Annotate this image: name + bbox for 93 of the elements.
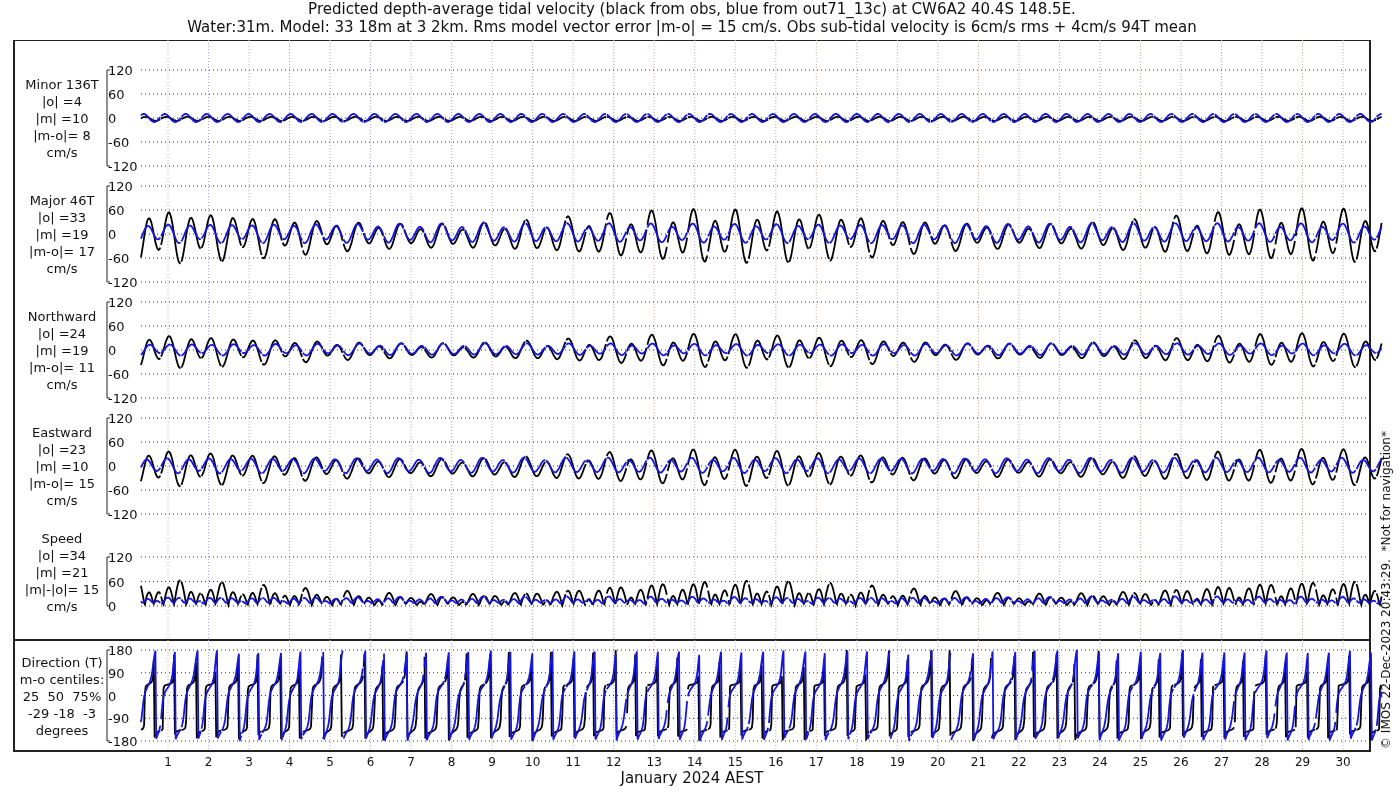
x-tick-label: 2	[204, 755, 213, 769]
chart-title: Water:31m. Model: 33 18m at 3 2km. Rms model vector error |m-o| = 15 cm/s. Obs sub-tidal velocity is 6cm/s rms + 4cm/s 94T mean	[187, 18, 1197, 36]
y-tick-label: -180	[108, 734, 138, 749]
panel-label: |m-o|= 8	[33, 128, 91, 143]
y-tick-label: 180	[108, 643, 133, 658]
y-tick-label: 120	[108, 295, 133, 310]
x-tick-label: 8	[447, 755, 456, 769]
x-axis-label: January 2024 AEST	[620, 769, 764, 787]
panel-label: cm/s	[46, 145, 78, 160]
panel-label: |m| =21	[35, 564, 89, 580]
panel-label: cm/s	[46, 261, 78, 276]
y-tick-label: -90	[108, 711, 130, 727]
y-tick-label: -120	[108, 507, 138, 522]
panel-label: |m-o|= 17	[29, 244, 95, 259]
panel-label: Minor 136T	[25, 77, 99, 92]
x-tick-label: 26	[1173, 755, 1189, 769]
panel-label: |o| =23	[37, 442, 87, 457]
x-tick-label: 19	[889, 755, 905, 769]
panel-label: |o| =24	[37, 326, 87, 341]
x-tick-label: 10	[525, 755, 541, 769]
x-tick-label: 4	[285, 755, 294, 769]
panel-label: |m| =19	[35, 227, 89, 242]
credit-text: © IMOS 22-Dec-2023 20:43:29. *Not for navigation*	[1379, 431, 1393, 749]
y-tick-label: 120	[108, 550, 133, 565]
panel-label: Eastward	[32, 425, 92, 440]
y-tick-label: 60	[108, 203, 125, 218]
y-tick-label: 60	[108, 435, 125, 450]
x-tick-label: 7	[407, 755, 415, 769]
y-axis	[106, 556, 111, 607]
y-tick-label: -60	[108, 483, 130, 498]
y-tick-label: 0	[108, 688, 117, 704]
x-tick-label: 20	[930, 755, 946, 769]
x-tick-label: 29	[1294, 755, 1311, 769]
x-tick-label: 1	[164, 755, 172, 769]
panel-label: -29 -18 -3	[28, 705, 96, 721]
panel-label: Northward	[27, 309, 97, 324]
panel-label: |m| =10	[35, 111, 89, 126]
x-tick-label: 27	[1213, 755, 1230, 769]
panel-label: |m| =19	[35, 343, 89, 358]
x-tick-label: 9	[488, 755, 496, 769]
y-tick-label: -60	[108, 135, 130, 150]
x-tick-label: 22	[1011, 755, 1027, 769]
y-tick-label: 0	[108, 599, 117, 614]
y-tick-label: 0	[108, 343, 117, 358]
panel-label: Major 46T	[29, 193, 95, 208]
panel-label: cm/s	[46, 493, 78, 508]
panel-label: Direction (T)	[21, 654, 103, 670]
x-tick-label: 14	[687, 755, 703, 769]
x-tick-label: 24	[1092, 755, 1108, 769]
panel-label: |m| =10	[35, 459, 89, 474]
panel-label: cm/s	[46, 377, 78, 392]
y-tick-label: 120	[108, 63, 133, 78]
y-tick-label: 60	[108, 87, 125, 102]
panel-label: |o| =4	[42, 94, 82, 109]
y-tick-label: -60	[108, 251, 130, 266]
y-tick-label: 60	[108, 319, 125, 334]
x-tick-label: 28	[1254, 755, 1270, 769]
x-tick-label: 3	[245, 755, 253, 769]
x-tick-label: 17	[808, 755, 824, 769]
panel-label: Speed	[41, 530, 83, 546]
chart-title: Predicted depth-average tidal velocity (black from obs, blue from out71_13c) at CW6A2 40.4S 148.5E.	[308, 0, 1076, 18]
panel-label: m-o centiles:	[19, 671, 105, 687]
panel-label: |m|-|o|= 15	[24, 581, 100, 597]
panel-label: cm/s	[46, 598, 78, 614]
y-tick-label: 0	[108, 459, 117, 474]
y-tick-label: 0	[108, 111, 117, 126]
panel-label: |o| =33	[37, 210, 87, 225]
y-tick-label: 120	[108, 411, 133, 426]
x-tick-label: 12	[606, 755, 622, 769]
x-tick-label: 15	[727, 755, 743, 769]
y-tick-label: 60	[108, 574, 125, 590]
x-tick-label: 25	[1132, 755, 1149, 769]
panel-label: |m-o|= 11	[29, 360, 95, 375]
panel-label: degrees	[35, 722, 89, 738]
x-tick-label: 18	[849, 755, 865, 769]
y-tick-label: 90	[108, 665, 125, 681]
x-tick-label: 30	[1335, 755, 1351, 769]
y-tick-label: 120	[108, 179, 133, 194]
y-tick-label: -120	[108, 275, 138, 290]
y-tick-label: 0	[108, 227, 117, 242]
x-tick-label: 21	[970, 755, 987, 769]
y-tick-label: -120	[108, 159, 138, 174]
panel-label: |m-o|= 15	[29, 476, 95, 491]
y-tick-label: -60	[108, 367, 130, 382]
x-tick-label: 11	[565, 755, 581, 769]
x-tick-label: 5	[326, 755, 334, 769]
y-tick-label: -120	[108, 391, 138, 406]
panel-label: |o| =34	[37, 547, 87, 563]
x-tick-label: 16	[768, 755, 784, 769]
x-tick-label: 13	[646, 755, 662, 769]
x-tick-label: 23	[1051, 755, 1068, 769]
panel-label: 25 50 75%	[22, 688, 102, 704]
x-tick-label: 6	[366, 755, 375, 769]
